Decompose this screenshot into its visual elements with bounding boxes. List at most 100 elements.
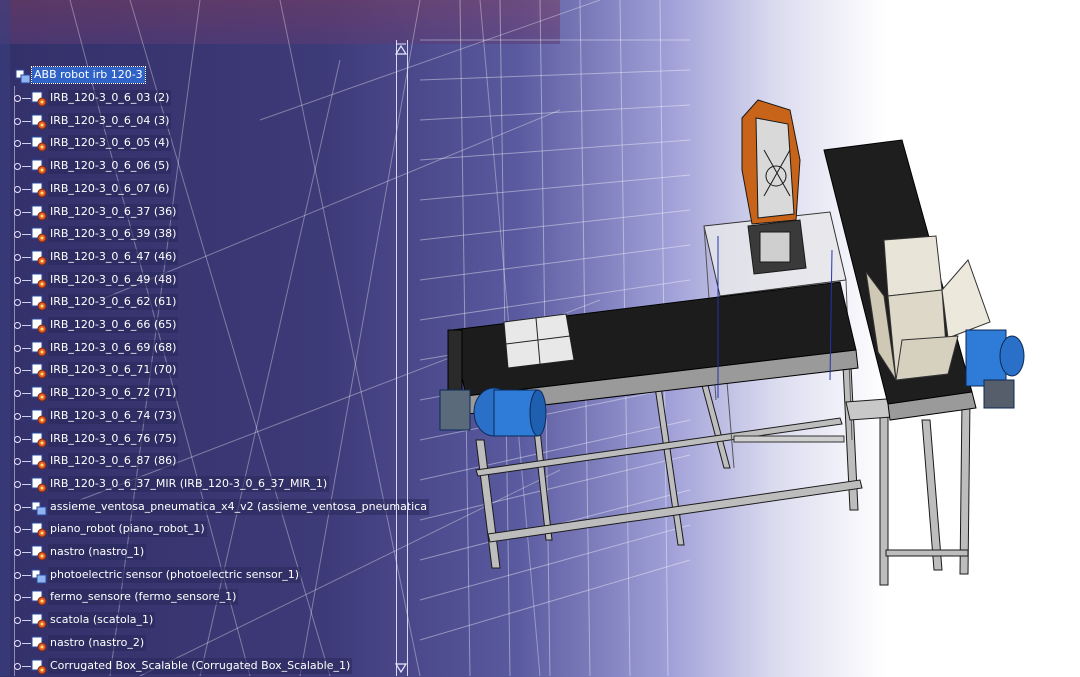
tree-item[interactable]: IRB_120-3_0_6_87 (86)	[10, 452, 410, 472]
expand-node-icon[interactable]	[14, 140, 21, 148]
tree-item[interactable]: Corrugated Box_Scalable (Corrugated Box_…	[10, 657, 410, 677]
tree-item[interactable]: IRB_120-3_0_6_07 (6)	[10, 180, 410, 200]
part-gear-icon	[31, 318, 47, 334]
expand-node-icon[interactable]	[14, 617, 21, 625]
conveyor-2-motor	[965, 329, 1025, 409]
tree-item-label: IRB_120-3_0_6_06 (5)	[48, 158, 172, 175]
scrollbar-track[interactable]	[396, 40, 408, 676]
tree-item-label: IRB_120-3_0_6_04 (3)	[48, 112, 172, 129]
part-gear-icon	[31, 363, 47, 379]
expand-node-icon[interactable]	[14, 253, 21, 261]
part-gear-icon	[31, 454, 47, 470]
expand-node-icon[interactable]	[14, 503, 21, 511]
expand-node-icon[interactable]	[14, 117, 21, 125]
part-gear-icon	[31, 91, 47, 107]
tree-item[interactable]: IRB_120-3_0_6_76 (75)	[10, 430, 410, 450]
tree-item-label: photoelectric sensor (photoelectric sens…	[48, 566, 302, 583]
tree-item[interactable]: IRB_120-3_0_6_62 (61)	[10, 293, 410, 313]
tree-item[interactable]: IRB_120-3_0_6_72 (71)	[10, 384, 410, 404]
expand-node-icon[interactable]	[14, 594, 21, 602]
part-gear-icon	[31, 114, 47, 130]
part-gear-icon	[31, 182, 47, 198]
scroll-up-arrow-icon[interactable]	[390, 40, 412, 62]
sub-assembly-icon	[31, 569, 47, 584]
tree-item-label: IRB_120-3_0_6_39 (38)	[48, 226, 179, 243]
expand-node-icon[interactable]	[14, 412, 21, 420]
tree-item[interactable]: IRB_120-3_0_6_04 (3)	[10, 112, 410, 132]
expand-node-icon[interactable]	[14, 480, 21, 488]
expand-node-icon[interactable]	[14, 231, 21, 239]
conveyor-1-motor	[439, 387, 547, 437]
expand-node-icon[interactable]	[14, 458, 21, 466]
tree-item[interactable]: photoelectric sensor (photoelectric sens…	[10, 566, 410, 586]
tree-item-label: IRB_120-3_0_6_03 (2)	[48, 90, 172, 106]
part-gear-icon	[31, 341, 47, 357]
part-gear-icon	[31, 205, 47, 220]
tree-item[interactable]: IRB_120-3_0_6_74 (73)	[10, 407, 410, 427]
specification-tree[interactable]: ABB robot irb 120-3 IRB_120-3_0_6_03 (2)…	[10, 66, 429, 676]
part-gear-icon	[31, 250, 47, 266]
expand-node-icon[interactable]	[14, 95, 21, 102]
tree-root[interactable]: ABB robot irb 120-3	[10, 66, 410, 86]
expand-node-icon[interactable]	[14, 276, 21, 284]
tree-item-label: piano_robot (piano_robot_1)	[48, 521, 207, 538]
tree-item[interactable]: scatola (scatola_1)	[10, 611, 410, 631]
tree-item[interactable]: IRB_120-3_0_6_69 (68)	[10, 339, 410, 359]
tree-item[interactable]: IRB_120-3_0_6_49 (48)	[10, 271, 410, 291]
expand-node-icon[interactable]	[14, 185, 21, 193]
tree-item-label: IRB_120-3_0_6_49 (48)	[48, 271, 179, 288]
scroll-down-arrow-icon[interactable]	[390, 662, 412, 676]
expand-node-icon[interactable]	[14, 662, 21, 670]
tree-item[interactable]: fermo_sensore (fermo_sensore_1)	[10, 588, 410, 608]
part-gear-icon	[31, 273, 47, 289]
tree-item[interactable]: IRB_120-3_0_6_39 (38)	[10, 225, 410, 245]
expand-node-icon[interactable]	[14, 549, 21, 556]
expand-node-icon[interactable]	[14, 367, 21, 375]
expand-node-icon[interactable]	[14, 322, 21, 329]
expand-node-icon[interactable]	[14, 163, 21, 171]
tree-item[interactable]: assieme_ventosa_pneumatica_x4_v2 (assiem…	[10, 498, 429, 518]
tree-item-label: IRB_120-3_0_6_66 (65)	[48, 317, 179, 333]
tree-item[interactable]: IRB_120-3_0_6_06 (5)	[10, 157, 410, 177]
tree-item-label: IRB_120-3_0_6_71 (70)	[48, 362, 179, 379]
tree-item-label: nastro (nastro_2)	[48, 634, 147, 651]
tree-item-label: IRB_120-3_0_6_37_MIR (IRB_120-3_0_6_37_M…	[48, 475, 330, 492]
expand-node-icon[interactable]	[14, 299, 21, 307]
tree-item[interactable]: IRB_120-3_0_6_03 (2)	[10, 89, 410, 109]
part-gear-icon	[31, 477, 47, 493]
part-gear-icon	[31, 522, 47, 538]
part-gear-icon	[31, 545, 47, 561]
conveyor-1-product-pack	[503, 313, 575, 369]
part-gear-icon	[31, 159, 47, 175]
part-gear-icon	[31, 295, 47, 311]
tree-item[interactable]: IRB_120-3_0_6_66 (65)	[10, 316, 410, 336]
expand-node-icon[interactable]	[14, 208, 21, 216]
tree-scrollbar[interactable]	[390, 40, 412, 676]
expand-node-icon[interactable]	[14, 571, 21, 579]
tree-item[interactable]: IRB_120-3_0_6_47 (46)	[10, 248, 410, 268]
tree-item[interactable]: IRB_120-3_0_6_05 (4)	[10, 134, 410, 154]
tree-item[interactable]: IRB_120-3_0_6_37_MIR (IRB_120-3_0_6_37_M…	[10, 475, 410, 495]
expand-node-icon[interactable]	[14, 344, 21, 352]
tree-item-label: fermo_sensore (fermo_sensore_1)	[48, 589, 239, 606]
tree-item-label: nastro (nastro_1)	[48, 544, 147, 560]
expand-node-icon[interactable]	[14, 390, 21, 398]
tree-item[interactable]: piano_robot (piano_robot_1)	[10, 520, 410, 540]
conveyor-2-frame	[845, 397, 971, 586]
product-assembly-icon	[15, 69, 31, 84]
expand-node-icon[interactable]	[14, 526, 21, 534]
part-gear-icon	[31, 659, 47, 674]
tree-item[interactable]: nastro (nastro_1)	[10, 543, 410, 563]
tree-item-label: assieme_ventosa_pneumatica_x4_v2 (assiem…	[48, 498, 429, 515]
part-gear-icon	[31, 613, 47, 629]
sub-assembly-icon	[31, 501, 47, 516]
tree-item-label: IRB_120-3_0_6_76 (75)	[48, 430, 179, 447]
part-gear-icon	[31, 409, 47, 425]
tree-item[interactable]: IRB_120-3_0_6_71 (70)	[10, 361, 410, 381]
expand-node-icon[interactable]	[14, 639, 21, 647]
tree-item[interactable]: nastro (nastro_2)	[10, 634, 410, 654]
part-gear-icon	[31, 432, 47, 447]
tree-item[interactable]: IRB_120-3_0_6_37 (36)	[10, 203, 410, 223]
tree-item-label: scatola (scatola_1)	[48, 612, 156, 629]
expand-node-icon[interactable]	[14, 435, 21, 443]
